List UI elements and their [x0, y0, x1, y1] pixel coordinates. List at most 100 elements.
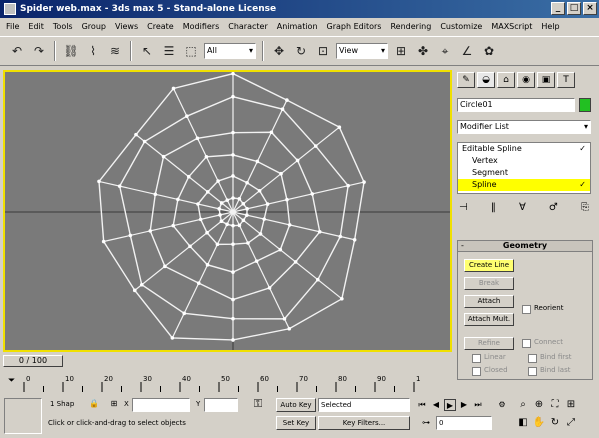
zoom-icon[interactable]: ⌕ — [516, 398, 530, 412]
make-unique-icon[interactable]: ∀ — [519, 202, 526, 213]
linear-checkbox[interactable] — [472, 354, 481, 363]
zoom-extents-icon[interactable]: ⛶ — [548, 398, 562, 412]
closed-checkbox[interactable] — [472, 367, 481, 376]
next-frame-icon[interactable]: ▶ — [458, 399, 470, 411]
field-of-view-icon[interactable]: ◧ — [516, 416, 530, 430]
current-frame-field[interactable]: 0 — [436, 416, 492, 430]
go-to-start-icon[interactable]: ⏮ — [416, 399, 428, 411]
auto-key-button[interactable]: Auto Key — [276, 398, 316, 412]
object-color-swatch[interactable] — [579, 98, 591, 112]
remove-modifier-icon[interactable]: ♂ — [549, 202, 558, 213]
select-move-icon[interactable]: ✥ — [270, 42, 288, 60]
menu-views[interactable]: Views — [115, 22, 138, 31]
snap-icon[interactable]: ⌖ — [436, 42, 454, 60]
bind-first-checkbox[interactable] — [528, 354, 537, 363]
show-end-result-icon[interactable]: ‖ — [491, 202, 496, 213]
close-button[interactable]: × — [583, 2, 597, 15]
object-name-field[interactable]: Circle01 — [457, 98, 575, 112]
go-to-end-icon[interactable]: ⏭ — [472, 399, 484, 411]
menu-file[interactable]: File — [6, 22, 19, 31]
menu-maxscript[interactable]: MAXScript — [491, 22, 532, 31]
menu-group[interactable]: Group — [82, 22, 106, 31]
angle-snap-icon[interactable]: ∠ — [458, 42, 476, 60]
time-configuration-icon[interactable]: ⚙ — [496, 399, 508, 411]
previous-frame-icon[interactable]: ◀ — [430, 399, 442, 411]
web-vertex — [117, 184, 122, 188]
menu-create[interactable]: Create — [147, 22, 174, 31]
menu-animation[interactable]: Animation — [277, 22, 318, 31]
motion-tab-icon[interactable]: ◉ — [517, 72, 535, 88]
menu-rendering[interactable]: Rendering — [390, 22, 431, 31]
track-bar-toggle-icon[interactable]: ⏷ — [8, 376, 15, 386]
command-panel: ✎ ◒ ⌂ ◉ ▣ T Circle01 Modifier List Edita… — [453, 70, 599, 380]
menu-graph-editors[interactable]: Graph Editors — [327, 22, 382, 31]
arc-rotate-icon[interactable]: ↻ — [548, 416, 562, 430]
select-rotate-icon[interactable]: ↻ — [292, 42, 310, 60]
bind-space-warp-icon[interactable]: ≋ — [106, 42, 124, 60]
pan-icon[interactable]: ✋ — [532, 416, 546, 430]
pivot-icon[interactable]: ⊞ — [392, 42, 410, 60]
selection-filter-select[interactable]: All — [204, 43, 256, 59]
connect-checkbox[interactable] — [522, 339, 531, 348]
menu-tools[interactable]: Tools — [53, 22, 73, 31]
select-object-icon[interactable]: ↖ — [138, 42, 156, 60]
display-tab-icon[interactable]: ▣ — [537, 72, 555, 88]
unlink-icon[interactable]: ⌇ — [84, 42, 102, 60]
rollout-header[interactable]: - Geometry — [458, 241, 592, 252]
perspective-viewport[interactable] — [3, 70, 452, 352]
maximize-button[interactable]: □ — [567, 2, 581, 15]
rectangular-selection-icon[interactable]: ⬚ — [182, 42, 200, 60]
bind-last-checkbox[interactable] — [528, 367, 537, 376]
break-button[interactable]: Break — [464, 277, 514, 290]
zoom-all-icon[interactable]: ⊕ — [532, 398, 546, 412]
key-filters-button[interactable]: Key Filters... — [318, 416, 410, 430]
time-slider-thumb[interactable]: 0 / 100 — [3, 355, 63, 367]
pin-stack-icon[interactable]: ⊣ — [459, 202, 468, 213]
create-line-button[interactable]: Create Line — [464, 259, 514, 272]
stack-item-spline[interactable]: Spline ✓ — [458, 179, 590, 191]
utilities-tab-icon[interactable]: T — [557, 72, 575, 88]
menu-customize[interactable]: Customize — [440, 22, 482, 31]
hierarchy-tab-icon[interactable]: ⌂ — [497, 72, 515, 88]
menu-edit[interactable]: Edit — [28, 22, 44, 31]
maximize-viewport-icon[interactable]: ⤢ — [564, 416, 578, 430]
refine-button[interactable]: Refine — [464, 337, 514, 350]
stack-item-editable-spline[interactable]: Editable Spline ✓ — [458, 143, 590, 155]
play-icon[interactable]: ▶ — [444, 399, 456, 411]
set-key-button[interactable]: Set Key — [276, 416, 316, 430]
key-mode-toggle-icon[interactable]: ⊶ — [420, 417, 432, 429]
maxscript-listener[interactable] — [4, 398, 42, 434]
reference-coordinate-select[interactable]: View — [336, 43, 388, 59]
attach-button[interactable]: Attach — [464, 295, 514, 308]
menu-modifiers[interactable]: Modifiers — [183, 22, 220, 31]
time-slider[interactable]: 0 / 100 — [3, 354, 452, 368]
configure-sets-icon[interactable]: ⎘ — [581, 202, 589, 213]
zoom-extents-all-icon[interactable]: ⊞ — [564, 398, 578, 412]
select-link-icon[interactable]: ⛓ — [62, 42, 80, 60]
render-icon[interactable]: ✿ — [480, 42, 498, 60]
y-coordinate-field[interactable] — [204, 398, 238, 412]
menu-character[interactable]: Character — [228, 22, 268, 31]
minimize-button[interactable]: _ — [551, 2, 565, 15]
spider-web-spline[interactable] — [5, 72, 450, 350]
reorient-checkbox[interactable] — [522, 305, 531, 314]
stack-item-segment[interactable]: Segment — [458, 167, 590, 179]
x-coordinate-field[interactable] — [132, 398, 190, 412]
key-icon[interactable]: ⚿ — [250, 398, 266, 410]
select-by-name-icon[interactable]: ☰ — [160, 42, 178, 60]
redo-icon[interactable]: ↷ — [30, 42, 48, 60]
modifier-list-select[interactable]: Modifier List — [457, 120, 591, 134]
select-scale-icon[interactable]: ⊡ — [314, 42, 332, 60]
lock-selection-icon[interactable]: 🔒 — [88, 398, 100, 410]
track-bar[interactable]: ⏷ 0 10 20 30 40 50 60 70 80 90 100 — [0, 372, 420, 394]
manipulate-icon[interactable]: ✤ — [414, 42, 432, 60]
modify-tab-icon[interactable]: ◒ — [477, 72, 495, 88]
stack-item-vertex[interactable]: Vertex — [458, 155, 590, 167]
menu-help[interactable]: Help — [541, 22, 559, 31]
attach-mult-button[interactable]: Attach Mult. — [464, 313, 514, 326]
key-mode-select[interactable]: Selected — [318, 398, 410, 412]
absolute-mode-icon[interactable]: ⊞ — [108, 398, 120, 410]
create-tab-icon[interactable]: ✎ — [457, 72, 475, 88]
web-vertex — [257, 188, 262, 193]
undo-icon[interactable]: ↶ — [8, 42, 26, 60]
